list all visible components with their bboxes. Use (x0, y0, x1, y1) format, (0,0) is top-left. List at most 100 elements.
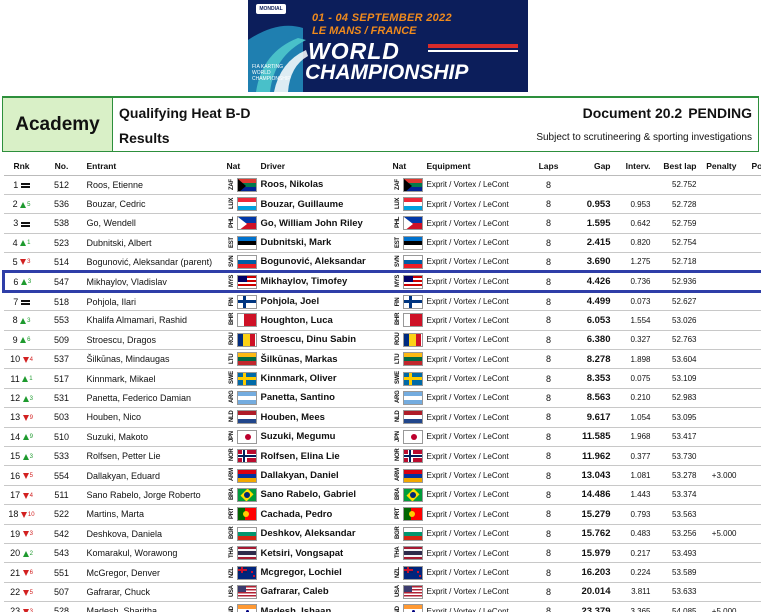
rank-cell: 20 2 (3, 543, 40, 564)
laps: 8 (531, 252, 566, 273)
driver-name: Houben, Mees (257, 407, 390, 428)
penalty (699, 194, 740, 215)
gap: 4.426 (565, 270, 614, 293)
entrant-nat-cell: USA (223, 582, 258, 603)
col-driver[interactable]: Driver (257, 157, 390, 176)
event-name: Qualifying Heat B-D (119, 105, 251, 121)
entrant-name: McGregor, Denver (83, 562, 224, 583)
equipment: Exprit / Vortex / LeCont (423, 543, 532, 564)
entrant-nat-code: USA (228, 585, 235, 597)
table-row[interactable]: 17 4 511 Sano Rabelo, Jorge Roberto BRA Sano… (3, 485, 761, 506)
driver-nat-flag-icon (402, 468, 423, 483)
entrant-nat-code: BRA (228, 487, 235, 500)
table-row[interactable]: 10 4 537 Šilkūnas, Mindaugas LTU Šilkūnas, M… (3, 349, 761, 370)
rank-value: 13 (10, 412, 21, 423)
gap: 11.585 (565, 427, 614, 447)
rank-value: 22 (10, 586, 21, 597)
laps: 8 (531, 233, 566, 254)
col-driver-nat[interactable]: Nat (389, 157, 424, 176)
col-number[interactable]: No. (39, 157, 84, 176)
interval: 0.327 (613, 330, 654, 351)
table-row[interactable]: 20 2 543 Komarakul, Worawong THA Ketsiri, Vo… (3, 543, 761, 564)
interval: 3.365 (613, 601, 654, 612)
category-label: Academy (3, 98, 113, 151)
entrant-nat-flag-icon (236, 487, 257, 502)
penalty (699, 485, 740, 506)
table-row[interactable]: 14 9 510 Suzuki, Makoto JPN Suzuki, Megumu JP… (3, 427, 761, 447)
col-laps[interactable]: Laps (531, 157, 566, 176)
kart-number: 551 (39, 562, 84, 583)
entrant-nat-cell: NLD (223, 407, 258, 428)
laps: 8 (531, 310, 566, 331)
rank-cell: 18 10 (3, 504, 40, 525)
driver-nat-flag-icon (402, 352, 423, 367)
equipment: Exprit / Vortex / LeCont (423, 194, 532, 215)
table-row[interactable]: 5 3 514 Bogunović, Aleksandar (parent) SVN B… (3, 252, 761, 273)
table-row[interactable]: 16 5 554 Dallakyan, Eduard ARM Dallakyan, Da… (3, 465, 761, 486)
table-row[interactable]: 22 5 507 Gafrarar, Chuck USA Gafrarar, Caleb… (3, 582, 761, 603)
table-row[interactable]: 2 5 536 Bouzar, Cedric LUX Bouzar, Guillaume… (3, 194, 761, 215)
col-best-lap[interactable]: Best lap (653, 157, 700, 176)
position-change: 1 (27, 240, 31, 247)
driver-nat-code: ARG (394, 390, 401, 403)
table-row[interactable]: 12 3 531 Panetta, Federico Damian ARG Panett… (3, 388, 761, 409)
table-row[interactable]: 6 3 547 Mikhaylov, Vladislav MYS Mikhaylov, … (2, 270, 761, 293)
col-points[interactable]: Points (739, 157, 761, 176)
best-lap: 52.763 (653, 330, 700, 351)
driver-nat-code: ARM (394, 467, 401, 481)
driver-name: Deshkov, Aleksandar (257, 524, 390, 544)
col-entrant-nat[interactable]: Nat (223, 157, 258, 176)
kart-number: 511 (39, 485, 84, 506)
driver-name: Šilkūnas, Markas (257, 349, 390, 370)
rank-value: 11 (10, 373, 20, 384)
driver-name: Sano Rabelo, Gabriel (257, 485, 390, 506)
table-row[interactable]: 15 3 533 Rolfsen, Petter Lie NOR Rolfsen, El… (3, 446, 761, 467)
table-row[interactable]: 11 1 517 Kinnmark, Mikael SWE Kinnmark, Oliv… (3, 368, 761, 389)
equipment: Exprit / Vortex / LeCont (423, 310, 532, 331)
table-row[interactable]: 23 3 528 Madesh, Sharitha IND Madesh, Ishaan… (3, 601, 761, 612)
driver-nat-code: THA (394, 546, 401, 559)
table-row[interactable]: 7 518 Pohjola, Ilari FIN Pohjola, Joel FIN Ex… (3, 291, 761, 312)
col-interval[interactable]: Interv. (613, 157, 654, 176)
table-row[interactable]: 13 9 503 Houben, Nico NLD Houben, Mees NLD Exp… (3, 407, 761, 428)
col-equipment[interactable]: Equipment (423, 157, 532, 176)
col-gap[interactable]: Gap (565, 157, 614, 176)
entrant-nat-flag-icon (236, 604, 257, 612)
entrant-nat-code: EST (228, 237, 235, 248)
col-rank[interactable]: Rnk (3, 157, 40, 176)
driver-name: Bouzar, Guillaume (257, 194, 390, 215)
position-change: 2 (29, 550, 33, 557)
position-change: 10 (27, 511, 35, 518)
driver-name: Go, William John Riley (257, 213, 390, 234)
equipment: Exprit / Vortex / LeCont (423, 213, 532, 234)
table-row[interactable]: 4 1 523 Dubnitski, Albert EST Dubnitski, Mar… (3, 233, 761, 254)
position-down-icon (22, 473, 29, 480)
table-row[interactable]: 18 10 522 Martins, Marta PRT Cachada, Pedro P… (3, 504, 761, 525)
entrant-name: Stroescu, Dragos (83, 330, 224, 351)
kart-number: 538 (39, 213, 84, 234)
rank-cell: 13 9 (3, 407, 40, 428)
entrant-nat-code: NLD (228, 410, 235, 423)
table-row[interactable]: 19 3 542 Deshkova, Daniela BGR Deshkov, Alek… (3, 524, 761, 544)
table-row[interactable]: 21 6 551 McGregor, Denver NZL Mcgregor, Loch… (3, 562, 761, 583)
table-row[interactable]: 8 3 553 Khalifa Almamari, Rashid BHR Houghto… (3, 310, 761, 331)
position-change: 3 (27, 259, 31, 266)
equipment: Exprit / Vortex / LeCont (423, 562, 532, 583)
rank-value: 7 (13, 296, 19, 307)
driver-name: Pohjola, Joel (257, 291, 390, 312)
table-row[interactable]: 1 512 Roos, Etienne ZAF Roos, Nikolas ZAF Exp… (3, 175, 761, 195)
col-penalty[interactable]: Penalty (699, 157, 740, 176)
position-change: 3 (29, 395, 33, 402)
equipment: Exprit / Vortex / LeCont (423, 368, 532, 389)
table-row[interactable]: 3 538 Go, Wendell PHL Go, William John Rile… (3, 213, 761, 234)
interval: 1.054 (613, 407, 654, 428)
rank-cell: 9 6 (3, 330, 40, 351)
rank-cell: 19 3 (3, 524, 40, 544)
rank-cell: 8 3 (3, 310, 40, 331)
table-row[interactable]: 9 6 509 Stroescu, Dragos ROU Stroescu, Dinu … (3, 330, 761, 351)
rank-value: 9 (12, 334, 18, 345)
interval: 1.554 (613, 310, 654, 331)
driver-nat-cell: ARG (389, 388, 424, 409)
position-down-icon (22, 589, 29, 596)
col-entrant[interactable]: Entrant (83, 157, 224, 176)
